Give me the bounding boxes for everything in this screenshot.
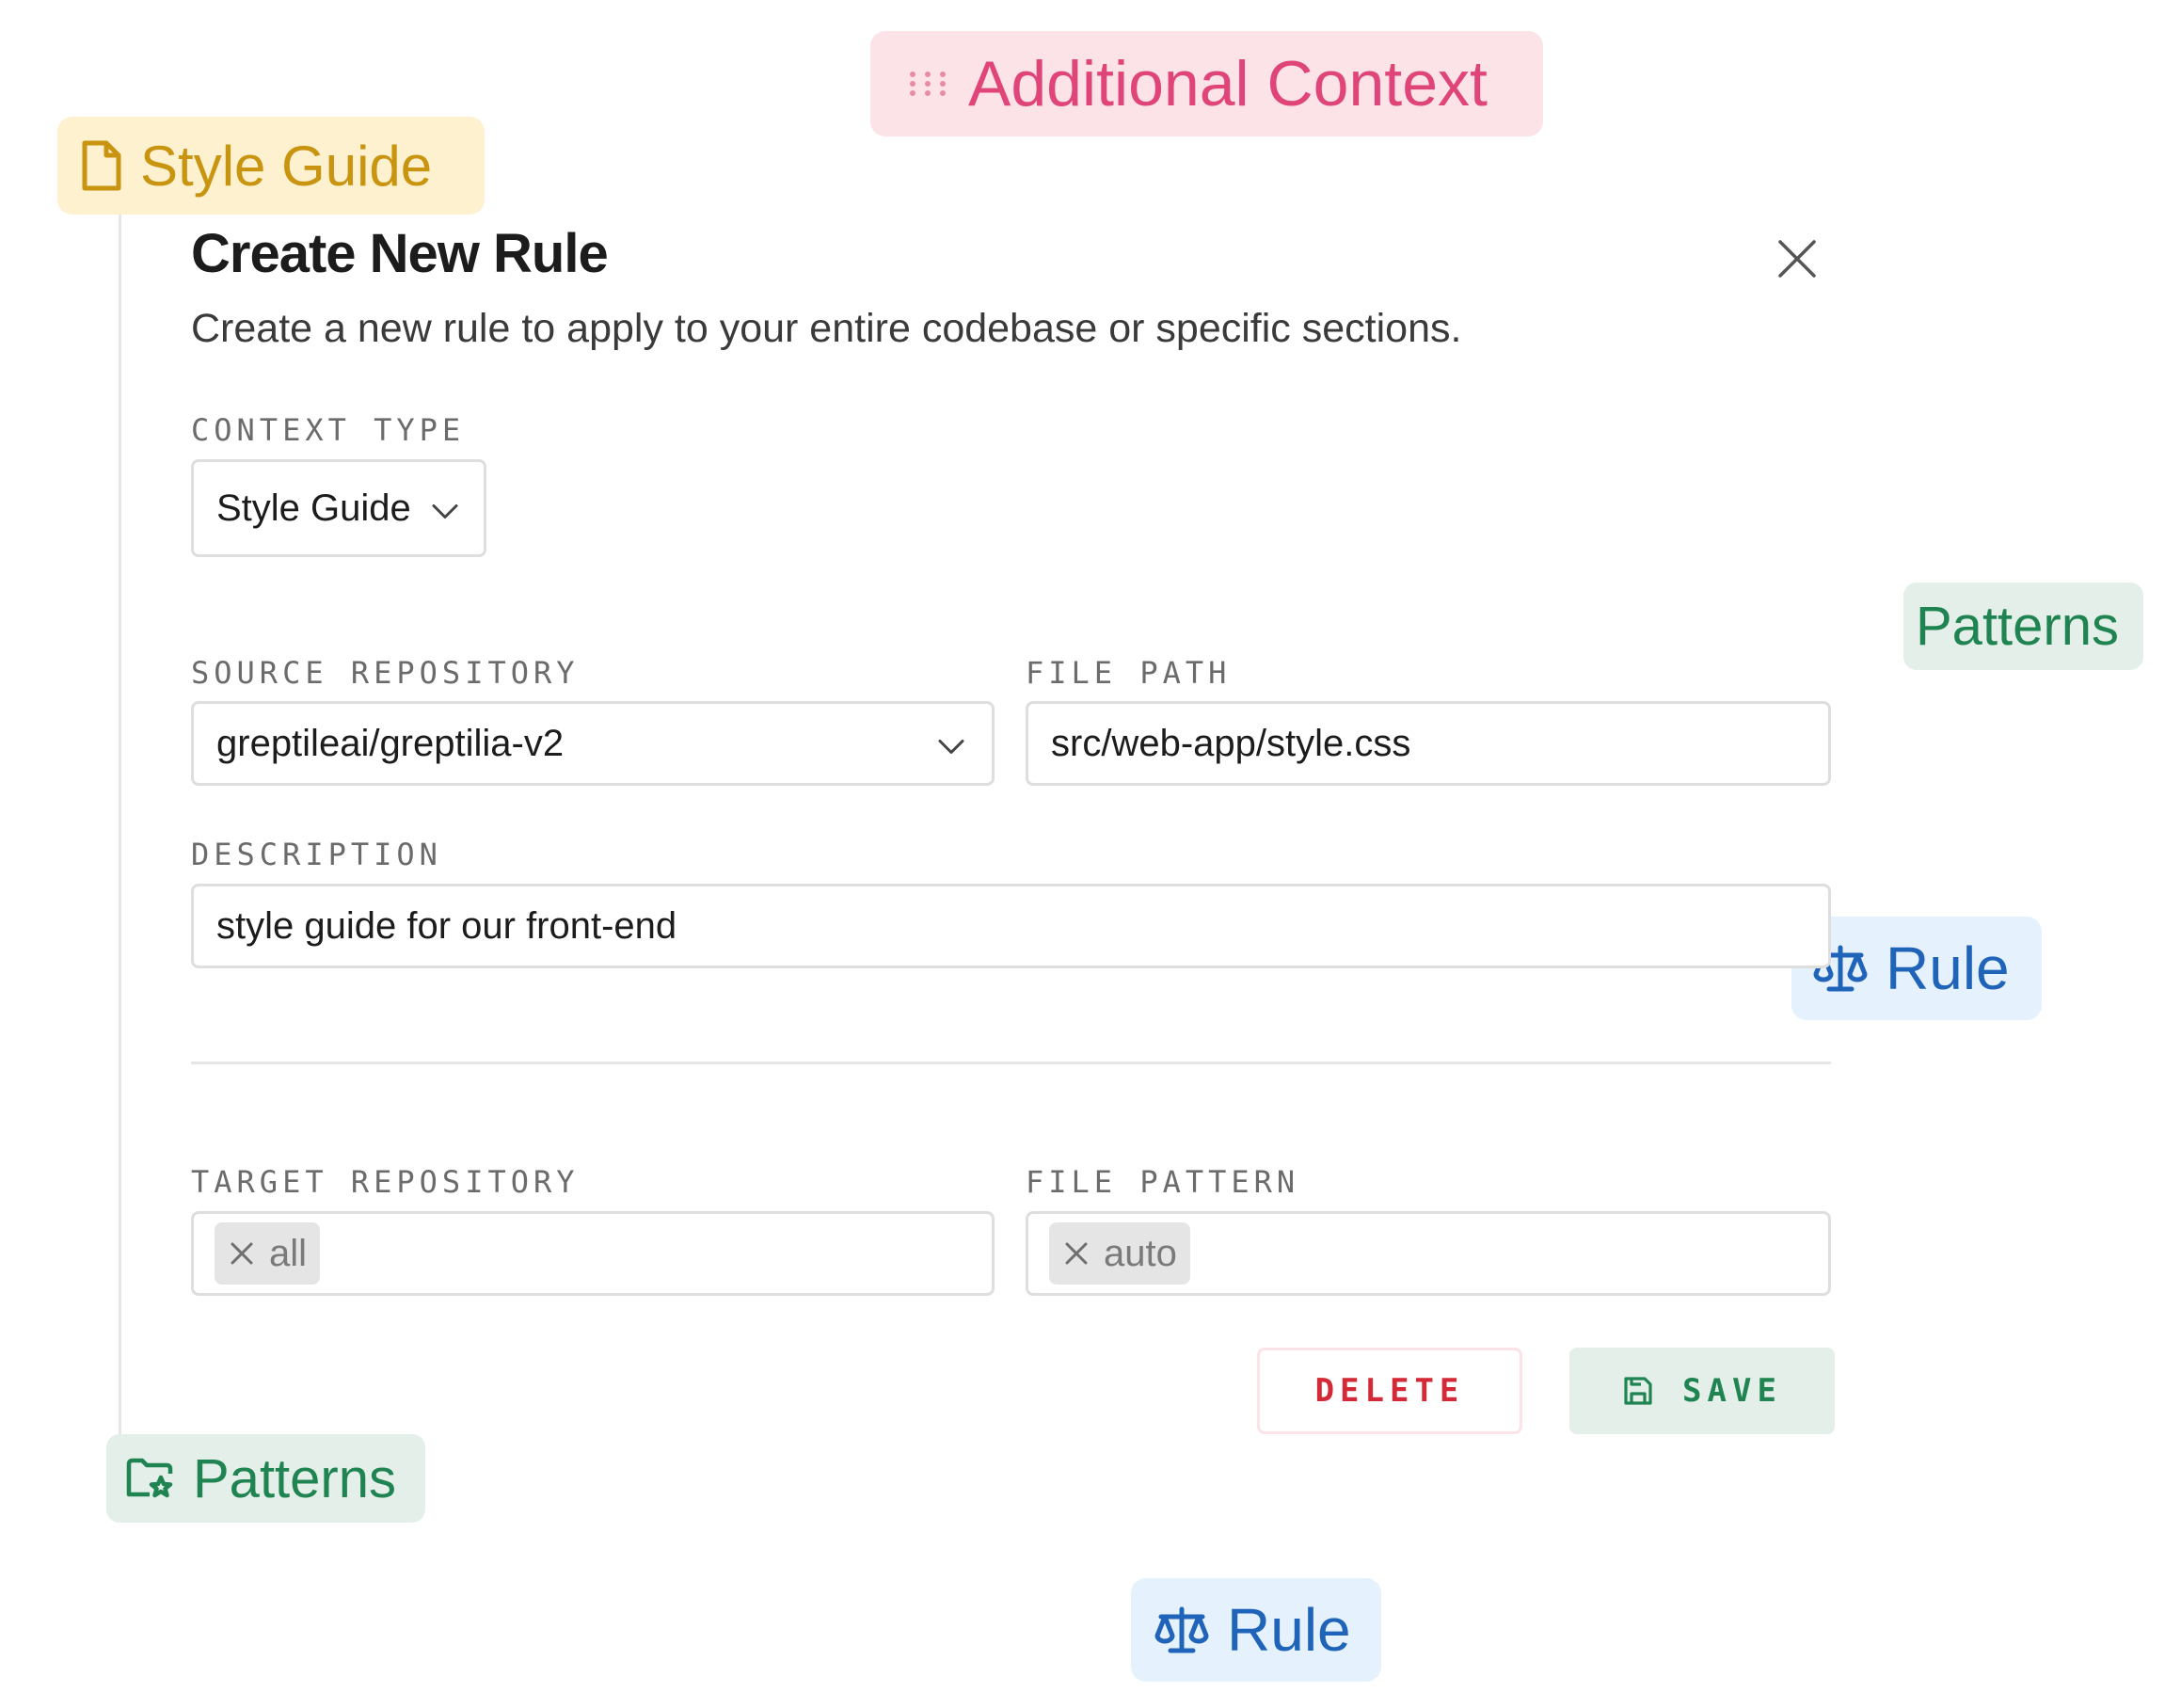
file-icon bbox=[80, 139, 123, 192]
patterns-label: Patterns bbox=[1916, 596, 2119, 657]
drag-handle-icon bbox=[908, 70, 951, 98]
scale-icon bbox=[1154, 1605, 1210, 1654]
chip-label: auto bbox=[1104, 1232, 1177, 1274]
style-guide-tag: Style Guide bbox=[57, 117, 485, 215]
rule-label: Rule bbox=[1227, 1596, 1351, 1664]
chevron-down-icon bbox=[431, 487, 459, 530]
floppy-disk-icon bbox=[1622, 1375, 1654, 1407]
close-button[interactable] bbox=[1769, 231, 1825, 287]
save-button[interactable]: SAVE bbox=[1569, 1348, 1835, 1434]
description-label: DESCRIPTION bbox=[191, 837, 442, 872]
source-repository-select[interactable]: greptileai/greptilia-v2 bbox=[191, 701, 995, 786]
x-icon[interactable] bbox=[228, 1239, 256, 1268]
rule-label: Rule bbox=[1886, 934, 2010, 1002]
file-path-value: src/web-app/style.css bbox=[1051, 722, 1411, 764]
target-repository-chip[interactable]: all bbox=[215, 1222, 321, 1285]
dialog-subtitle: Create a new rule to apply to your entir… bbox=[191, 306, 1462, 351]
delete-button[interactable]: DELETE bbox=[1257, 1348, 1522, 1434]
additional-context-label: Additional Context bbox=[968, 48, 1488, 120]
target-repository-input[interactable]: all bbox=[191, 1211, 995, 1296]
file-pattern-chip[interactable]: auto bbox=[1049, 1222, 1190, 1285]
description-input[interactable]: style guide for our front-end bbox=[191, 884, 1831, 968]
file-path-label: FILE PATH bbox=[1026, 655, 1232, 691]
rule-tag-bottom: Rule bbox=[1131, 1578, 1381, 1682]
patterns-label: Patterns bbox=[193, 1447, 396, 1509]
source-repository-value: greptileai/greptilia-v2 bbox=[216, 722, 565, 764]
context-type-label: CONTEXT TYPE bbox=[191, 412, 466, 448]
additional-context-tag: Additional Context bbox=[870, 31, 1543, 136]
context-type-select[interactable]: Style Guide bbox=[191, 459, 486, 557]
source-repository-label: SOURCE REPOSITORY bbox=[191, 655, 580, 691]
folder-star-icon bbox=[125, 1457, 176, 1500]
save-button-label: SAVE bbox=[1682, 1372, 1782, 1410]
connector-line bbox=[119, 215, 121, 1434]
x-icon[interactable] bbox=[1062, 1239, 1090, 1268]
target-repository-label: TARGET REPOSITORY bbox=[191, 1164, 580, 1200]
file-pattern-label: FILE PATTERN bbox=[1026, 1164, 1300, 1200]
file-pattern-input[interactable]: auto bbox=[1026, 1211, 1831, 1296]
chevron-down-icon bbox=[937, 723, 965, 765]
close-icon bbox=[1778, 240, 1816, 278]
dialog-title: Create New Rule bbox=[191, 223, 609, 284]
description-value: style guide for our front-end bbox=[216, 904, 677, 947]
patterns-tag-left: Patterns bbox=[106, 1434, 425, 1523]
chip-label: all bbox=[269, 1232, 308, 1274]
file-path-input[interactable]: src/web-app/style.css bbox=[1026, 701, 1831, 786]
delete-button-label: DELETE bbox=[1314, 1372, 1465, 1410]
patterns-tag-right: Patterns bbox=[1903, 583, 2143, 670]
context-type-value: Style Guide bbox=[216, 487, 411, 529]
style-guide-label: Style Guide bbox=[140, 134, 433, 198]
section-divider bbox=[191, 1062, 1831, 1064]
